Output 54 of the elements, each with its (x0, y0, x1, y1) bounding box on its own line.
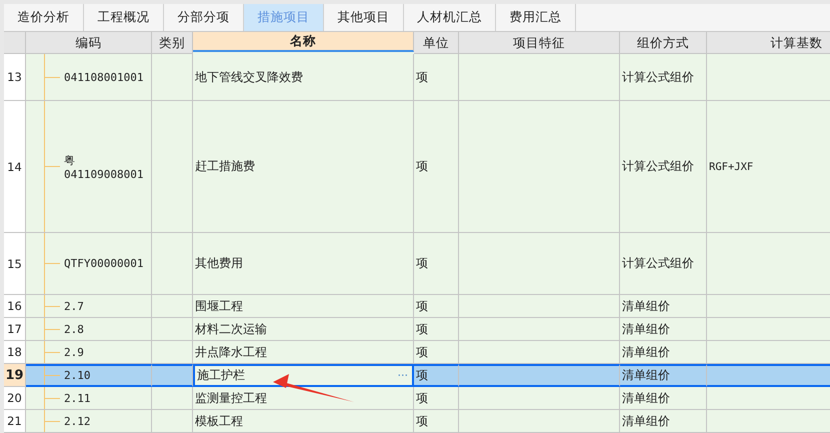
column-header[interactable]: 组价方式 (620, 32, 707, 54)
method-text: 清单组价 (622, 298, 670, 314)
code-text: 041108001001 (64, 70, 144, 84)
row-number: 21 (4, 410, 26, 433)
code-text: 2.7 (64, 300, 84, 312)
name-text: 地下管线交叉降效费 (195, 68, 303, 86)
code-text: QTFY00000001 (64, 257, 144, 270)
column-header[interactable]: 计算基数 (707, 32, 830, 54)
name-text: 其他费用 (195, 255, 243, 272)
name-text: 赶工措施费 (195, 158, 255, 175)
unit-text: 项 (416, 412, 428, 430)
row-number: 13 (4, 54, 26, 101)
row-number: 16 (4, 295, 26, 318)
code-text: 2.11 (64, 392, 90, 404)
name-text: 井点降水工程 (195, 344, 267, 360)
name-text[interactable]: 施工护栏 (197, 367, 245, 384)
base-text: RGF+JXF (709, 160, 754, 172)
unit-text: 项 (416, 255, 428, 272)
method-text: 计算公式组价 (622, 255, 694, 272)
name-text: 材料二次运输 (195, 320, 267, 338)
column-header[interactable]: 名称 (193, 32, 414, 52)
column-header[interactable]: 类别 (152, 32, 193, 54)
method-text: 清单组价 (622, 390, 670, 406)
method-text: 清单组价 (622, 412, 670, 430)
row-number: 15 (4, 233, 26, 295)
code-text: 041109008001 (64, 168, 144, 180)
name-text: 模板工程 (195, 412, 243, 430)
name-text: 监测量控工程 (195, 390, 267, 406)
code-text: 2.9 (64, 346, 84, 358)
method-text: 计算公式组价 (622, 158, 694, 175)
method-text: 计算公式组价 (622, 68, 694, 86)
method-text: 清单组价 (622, 344, 670, 360)
unit-text: 项 (416, 367, 428, 384)
unit-text: 项 (416, 344, 428, 360)
row-number: 19 (4, 364, 26, 387)
row-number: 20 (4, 387, 26, 410)
unit-text: 项 (416, 158, 428, 175)
unit-text: 项 (416, 298, 428, 314)
code-text: 2.12 (64, 414, 90, 428)
code-text: 2.8 (64, 322, 84, 336)
name-text: 围堰工程 (195, 298, 243, 314)
method-text: 清单组价 (622, 320, 670, 338)
region-tag: 粤 (64, 152, 75, 168)
unit-text: 项 (416, 390, 428, 406)
method-text: 清单组价 (622, 367, 670, 384)
row-number: 17 (4, 318, 26, 341)
row-number: 14 (4, 101, 26, 233)
row-number: 18 (4, 341, 26, 364)
unit-text: 项 (416, 68, 428, 86)
column-header[interactable]: 项目特征 (459, 32, 620, 54)
column-header[interactable]: 编码 (26, 32, 152, 54)
column-header[interactable]: 单位 (414, 32, 459, 54)
unit-text: 项 (416, 320, 428, 338)
code-text: 2.10 (64, 369, 90, 382)
